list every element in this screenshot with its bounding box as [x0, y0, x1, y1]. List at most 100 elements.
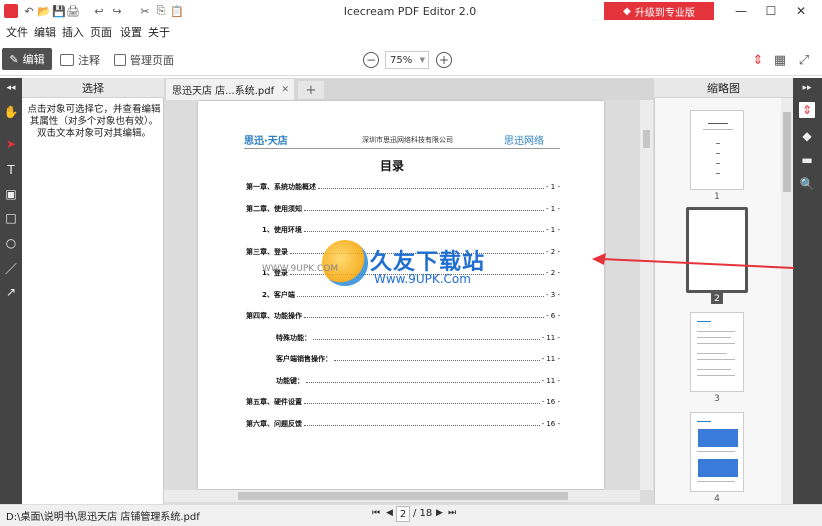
first-page-icon[interactable]: ⏮: [372, 508, 380, 518]
toc-leader: [304, 420, 540, 426]
toc-entry[interactable]: 2、客户端 - 3 -: [262, 290, 560, 300]
thumbnails-panel-icon[interactable]: ⇕: [799, 102, 815, 118]
toc-entry[interactable]: 第二章、使用须知 - 1 -: [246, 204, 560, 214]
thumbnail-page-3[interactable]: [690, 312, 744, 392]
toc-leader: [334, 355, 540, 361]
toc-leader: [318, 183, 545, 189]
app-logo-icon: [4, 4, 18, 18]
toc-label: 第五章、硬件设置: [246, 398, 302, 406]
comment-icon: [60, 54, 74, 66]
chevron-down-icon: ▼: [419, 56, 425, 64]
toc-entry[interactable]: 特殊功能： - 11 -: [276, 333, 560, 343]
collapse-left-icon[interactable]: ◂◂: [3, 80, 19, 96]
menu-file[interactable]: 文件: [6, 24, 28, 40]
upgrade-button[interactable]: ◆ 升级到专业版: [604, 2, 714, 20]
last-page-icon[interactable]: ⏭: [448, 508, 456, 518]
menu-insert[interactable]: 插入: [62, 24, 84, 40]
comments-icon[interactable]: ▬: [799, 152, 815, 168]
save-icon[interactable]: 💾: [52, 4, 66, 18]
copy-icon[interactable]: ⎘: [154, 4, 168, 18]
toc-leader: [296, 291, 545, 297]
paste-icon[interactable]: 📋: [170, 4, 184, 18]
vertical-scroll-thumb[interactable]: [643, 130, 650, 148]
open-folder-icon[interactable]: 📂: [37, 4, 51, 18]
edit-label: 编辑: [22, 53, 45, 66]
search-icon[interactable]: 🔍: [799, 176, 815, 192]
add-tab-button[interactable]: +: [298, 81, 324, 99]
thumbnail-number: 4: [714, 494, 720, 504]
rectangle-tool-icon[interactable]: □: [3, 210, 19, 226]
expand-right-icon[interactable]: ▸▸: [799, 80, 815, 96]
manage-pages-button[interactable]: 管理页面: [114, 52, 174, 68]
menu-edit[interactable]: 编辑: [34, 24, 56, 40]
toc-page: - 2 -: [546, 269, 560, 277]
close-button[interactable]: ✕: [790, 2, 812, 20]
arrow-tool-icon[interactable]: ↗: [3, 284, 19, 300]
line-tool-icon[interactable]: ／: [3, 260, 19, 276]
toc-page: - 1 -: [546, 183, 560, 191]
watermark-url: Www.9UPK.Com: [374, 272, 471, 286]
grid-view-icon[interactable]: ▦: [772, 52, 788, 68]
toc-entry[interactable]: 第一章、系统功能概述 - 1 -: [246, 182, 560, 192]
bookmark-icon[interactable]: ◆: [799, 128, 815, 144]
toc-page: - 11 -: [541, 376, 560, 385]
tab-document[interactable]: 思迅天店 店...系统.pdf ✕: [166, 79, 294, 100]
cut-icon[interactable]: ✂: [138, 4, 152, 18]
horizontal-scroll-thumb[interactable]: [238, 492, 568, 500]
toc-entry[interactable]: 第五章、硬件设置 - 16 -: [246, 397, 560, 407]
image-tool-icon[interactable]: ▣: [3, 186, 19, 202]
diamond-icon: ◆: [623, 5, 631, 17]
toc-entry[interactable]: 1、使用环境 - 1 -: [262, 225, 560, 235]
maximize-button[interactable]: ☐: [760, 2, 782, 20]
toc-leader: [303, 226, 545, 232]
toc-leader: [304, 312, 545, 318]
toc-entry[interactable]: 第六章、问题反馈 - 16 -: [246, 419, 560, 429]
zoom-select[interactable]: 75% ▼: [385, 51, 429, 69]
fullscreen-icon[interactable]: ⤢: [796, 52, 812, 68]
toc-leader: [313, 334, 540, 340]
toc-label: 第三章、登录: [246, 247, 288, 256]
close-tab-icon[interactable]: ✕: [281, 85, 289, 95]
thumbnail-scroll-thumb[interactable]: [783, 112, 791, 192]
fit-height-icon[interactable]: ⇕: [750, 52, 766, 68]
toc-page: - 6 -: [546, 312, 560, 320]
ellipse-tool-icon[interactable]: ○: [3, 235, 19, 251]
pencil-icon: ✎: [9, 52, 19, 66]
text-tool-icon[interactable]: T: [3, 162, 19, 178]
toc-entry[interactable]: 功能键： - 11 -: [276, 376, 560, 386]
undo-icon[interactable]: ↩: [92, 4, 106, 18]
thumbnail-page-1[interactable]: [690, 110, 744, 190]
logo-right: 思迅网络: [504, 136, 544, 147]
minimize-button[interactable]: —: [730, 2, 752, 20]
undo-history-icon[interactable]: ↶: [22, 4, 36, 18]
redo-icon[interactable]: ↪: [110, 4, 124, 18]
watermark-url-small: WWW.9UPK.COM: [262, 264, 339, 274]
hand-tool-icon[interactable]: ✋: [3, 104, 19, 120]
select-tool-icon[interactable]: ➤: [3, 136, 19, 152]
toc-label: 2、客户端: [262, 290, 295, 299]
print-icon[interactable]: 🖨: [66, 4, 80, 18]
menu-settings[interactable]: 设置: [120, 24, 142, 40]
thumbnail-number: 3: [714, 394, 720, 404]
toc-label: 1、使用环境: [262, 226, 302, 234]
edit-mode-button[interactable]: ✎ 编辑: [2, 48, 52, 70]
toc-entry[interactable]: 第四章、功能操作 - 6 -: [246, 311, 560, 321]
prev-page-icon[interactable]: ◀: [386, 508, 393, 518]
annotate-label: 注释: [78, 54, 100, 67]
zoom-out-button[interactable]: −: [363, 52, 379, 68]
next-page-icon[interactable]: ▶: [436, 508, 443, 518]
menu-page[interactable]: 页面: [90, 24, 112, 40]
menu-about[interactable]: 关于: [148, 24, 170, 40]
panel-help-text: 点击对象可选择它，并查看编辑其属性（对多个对象也有效）。双击文本对象可对其编辑。: [27, 104, 161, 139]
vertical-scrollbar[interactable]: [640, 100, 653, 490]
toc-label: 第二章、使用须知: [246, 204, 302, 213]
zoom-in-button[interactable]: +: [436, 52, 452, 68]
toc-entry[interactable]: 客户端销售操作： - 11 -: [276, 354, 560, 364]
annotate-mode-button[interactable]: 注释: [60, 52, 100, 68]
thumbnail-page-4[interactable]: [690, 412, 744, 492]
toc-label: 特殊功能：: [276, 333, 311, 342]
toc-label: 第四章、功能操作: [246, 312, 302, 320]
current-page-input[interactable]: 2: [396, 506, 410, 522]
file-path: D:\桌面\说明书\思迅天店 店铺管理系统.pdf: [6, 512, 200, 523]
toc-page: - 1 -: [546, 204, 560, 213]
